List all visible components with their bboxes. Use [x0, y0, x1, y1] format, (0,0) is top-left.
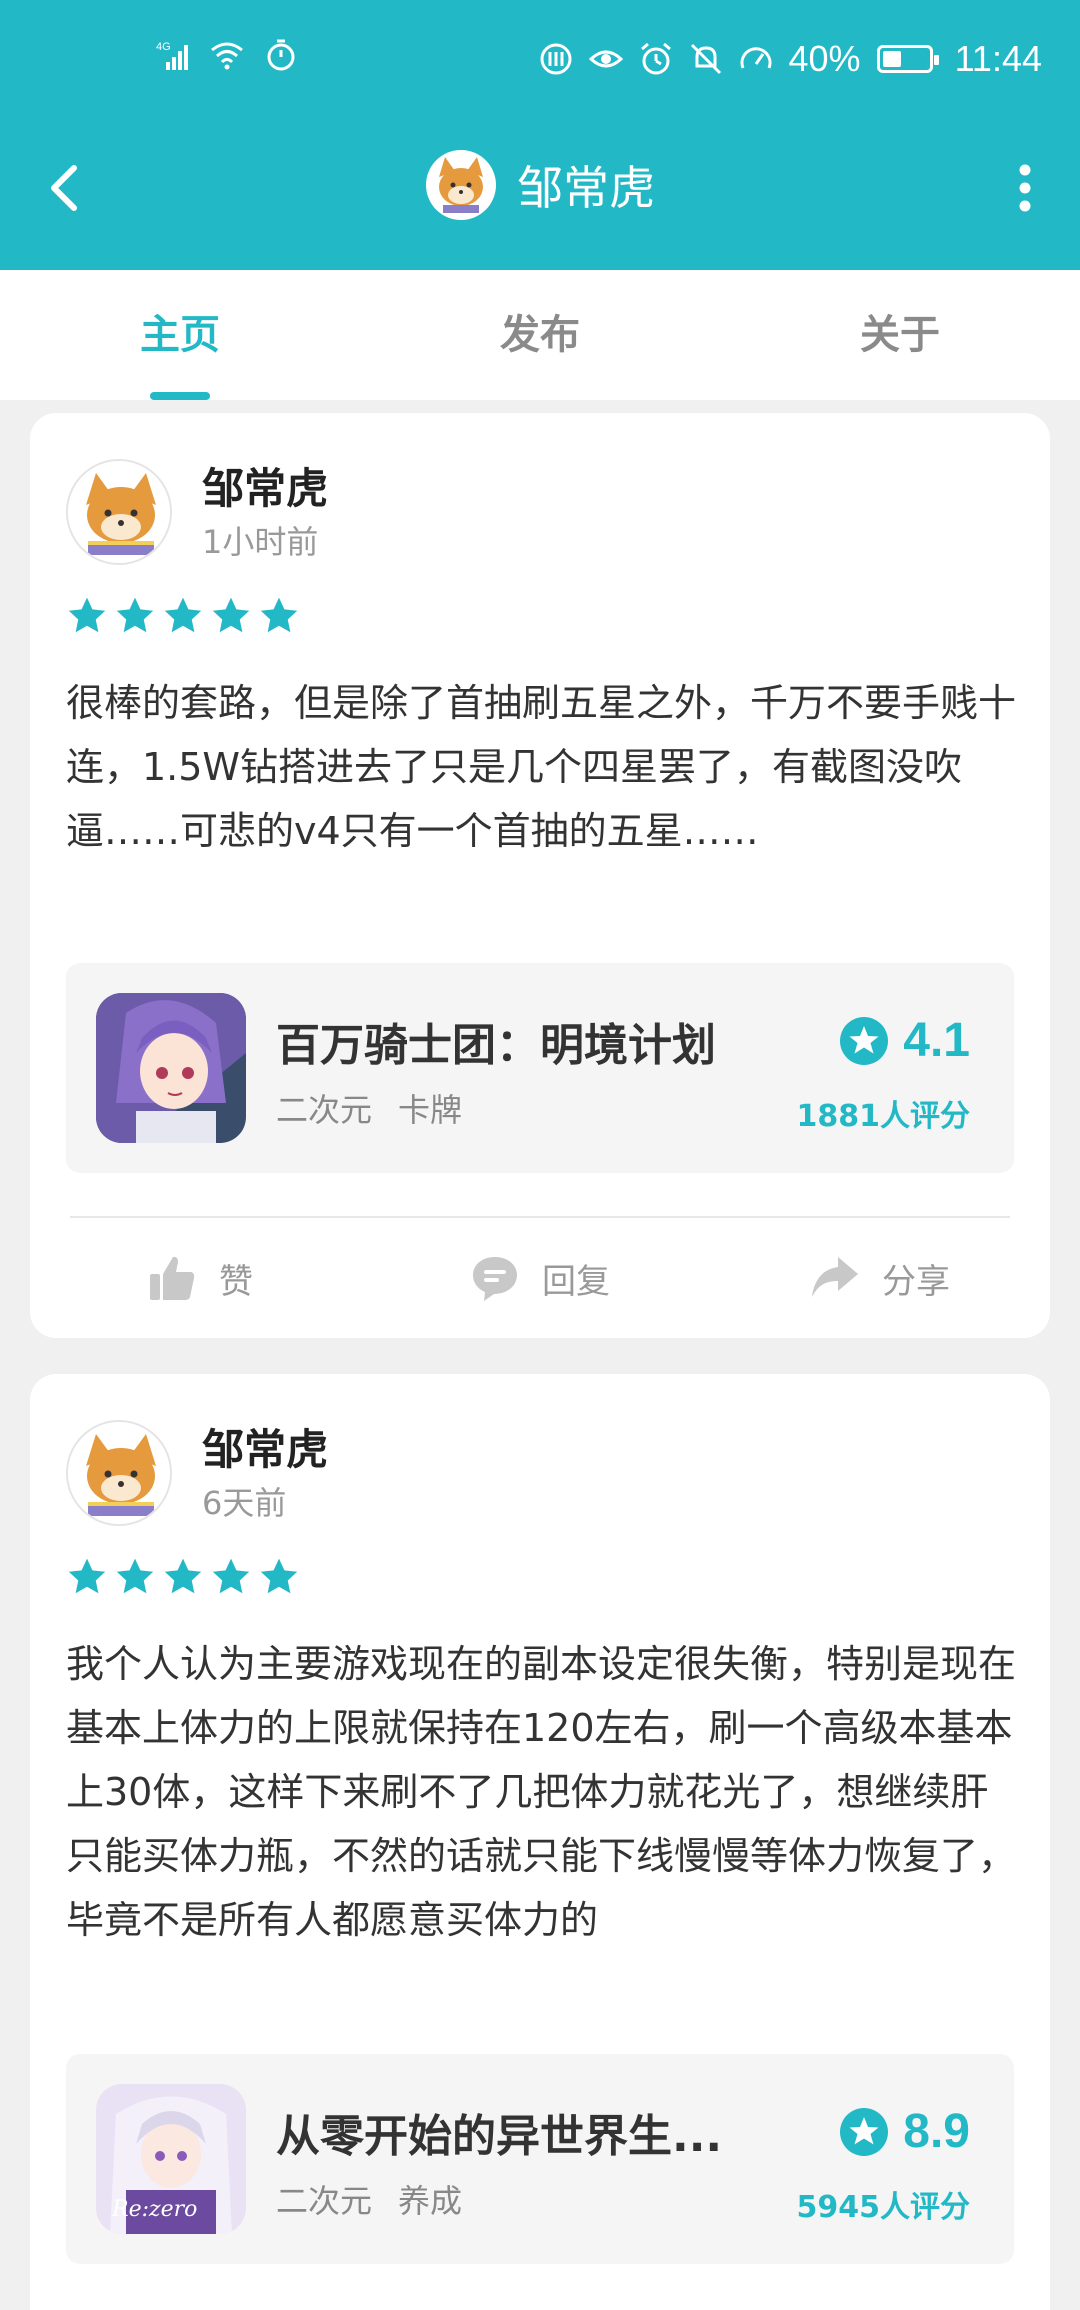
review-text[interactable]: 我个人认为主要游戏现在的副本设定很失衡，特别是现在基本上体力的上限就保持在120… [66, 1632, 1016, 1952]
post-time: 6天前 [202, 1484, 287, 1522]
comment-icon [473, 1257, 517, 1301]
wifi-icon [211, 42, 243, 70]
like-button[interactable]: 赞 [30, 1218, 370, 1338]
tab-bar: 主页 发布 关于 [0, 270, 1080, 400]
review-card: 邹常虎 6天前 我个人认为主要游戏现在的副本设定很失衡，特别是现在基本上体力的上… [30, 1374, 1050, 2310]
game-name: 从零开始的异世界生... [276, 2111, 723, 2162]
share-arrow-icon [812, 1257, 858, 1297]
toolbar: 邹常虎 [0, 130, 1080, 240]
game-tag: 二次元 [276, 1091, 373, 1129]
profile-title: 邹常虎 [0, 148, 1080, 222]
score: 4.1 [839, 1013, 970, 1068]
game-tags: 二次元 养成 [276, 2176, 462, 2222]
star-icon [116, 1558, 154, 1594]
post-actions: 赞 回复 分享 [30, 1218, 1050, 1338]
star-icon [68, 1558, 106, 1594]
eye-icon [588, 50, 623, 68]
username[interactable]: 邹常虎 [202, 1416, 328, 1477]
game-icon: Re:zero [96, 2084, 246, 2234]
tab-posts[interactable]: 发布 [360, 270, 720, 400]
shiba-avatar-icon [68, 461, 170, 563]
review-card: 邹常虎 1小时前 很棒的套路，但是除了首抽刷五星之外，千万不要手贱十连，1.5W… [30, 413, 1050, 1338]
star-icon [68, 597, 106, 633]
like-label: 赞 [219, 1261, 253, 1302]
game-card[interactable]: 百万骑士团：明境计划 二次元 卡牌 4.1 1881人评分 [66, 963, 1014, 1173]
star-icon [212, 1558, 250, 1594]
game-icon [96, 993, 246, 1143]
mute-icon [690, 43, 721, 75]
more-vertical-icon[interactable] [1010, 152, 1040, 222]
game-tags: 二次元 卡牌 [276, 1085, 462, 1131]
rating-count: 1881人评分 [796, 1099, 971, 1134]
game-tag: 二次元 [276, 2182, 373, 2220]
game-score: 8.9 [903, 2105, 970, 2158]
share-label: 分享 [882, 1261, 950, 1302]
nfc-icon [540, 43, 572, 75]
battery-icon [876, 45, 939, 73]
game-name: 百万骑士团：明境计划 [276, 1020, 716, 1071]
star-icon [260, 597, 298, 633]
star-circle-icon [840, 1016, 889, 1065]
network-label: 4G [156, 41, 171, 53]
timer-icon [267, 39, 295, 71]
anime-girl-purple-icon [96, 993, 246, 1143]
star-icon [212, 597, 250, 633]
post-time: 1小时前 [202, 523, 319, 561]
speed-icon [740, 47, 771, 69]
tab-about[interactable]: 关于 [720, 270, 1080, 400]
header-title: 邹常虎 [517, 161, 655, 215]
username[interactable]: 邹常虎 [202, 455, 328, 516]
tab-home[interactable]: 主页 [0, 270, 360, 400]
game-score: 4.1 [903, 1014, 970, 1067]
share-button[interactable]: 分享 [710, 1218, 1050, 1338]
avatar[interactable] [66, 459, 172, 565]
review-text[interactable]: 很棒的套路，但是除了首抽刷五星之外，千万不要手贱十连，1.5W钻搭进去了只是几个… [66, 671, 1016, 863]
app-bar: 4G 40% 11:44 邹常虎 [0, 0, 1080, 270]
thumbs-up-icon [150, 1256, 195, 1300]
star-rating [66, 595, 300, 637]
score: 8.9 [839, 2104, 970, 2159]
star-icon [260, 1558, 298, 1594]
game-card[interactable]: Re:zero 从零开始的异世界生... 二次元 养成 8.9 5945人评分 [66, 2054, 1014, 2264]
game-tag: 卡牌 [398, 1091, 463, 1129]
battery-percent: 40% [788, 38, 861, 79]
reply-label: 回复 [542, 1261, 610, 1302]
reply-button[interactable]: 回复 [370, 1218, 710, 1338]
star-rating [66, 1556, 300, 1598]
star-circle-icon [840, 2107, 889, 2156]
status-bar: 4G 40% 11:44 [0, 30, 1080, 90]
alarm-icon [640, 42, 671, 75]
anime-girl-white-hair-icon: Re:zero [96, 2084, 246, 2234]
star-icon [116, 597, 154, 633]
svg-text:Re:zero: Re:zero [111, 2197, 197, 2222]
star-icon [164, 1558, 202, 1594]
avatar[interactable] [66, 1420, 172, 1526]
header-avatar [426, 150, 496, 220]
clock: 11:44 [954, 38, 1042, 79]
star-icon [164, 597, 202, 633]
signal-icon: 4G [156, 41, 188, 70]
game-tag: 养成 [398, 2182, 463, 2220]
shiba-avatar-icon [68, 1422, 170, 1524]
rating-count: 5945人评分 [796, 2190, 971, 2225]
